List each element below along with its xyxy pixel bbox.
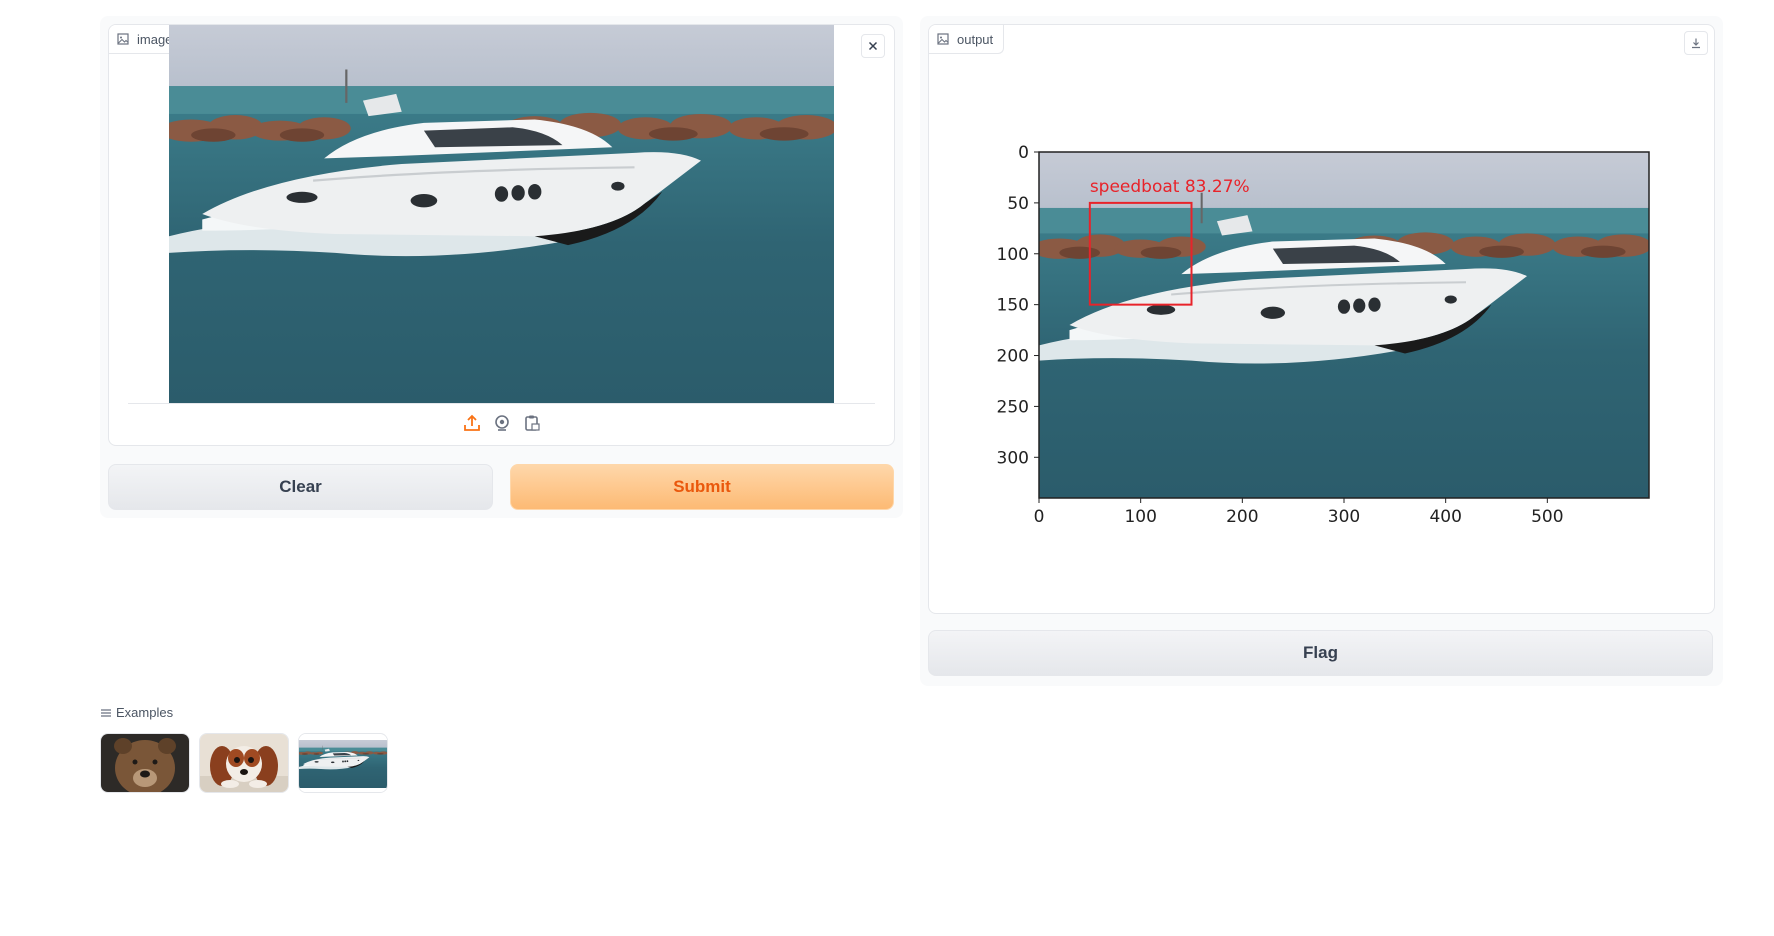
x-tick-label: 0 [1034,507,1045,527]
clear-image-button[interactable] [861,34,885,58]
y-tick-label: 250 [997,397,1029,417]
clipboard-icon[interactable] [522,413,542,433]
flag-button[interactable]: Flag [928,630,1713,676]
close-icon [868,41,878,51]
y-axis-ticks: 0 50 100 150 200 250 300 [997,143,1039,468]
examples-header: Examples [100,705,173,720]
image-output-box: output speedboat 83.27% 0 100 200 300 400 500… [928,24,1715,614]
x-tick-label: 300 [1328,507,1360,527]
submit-button[interactable]: Submit [510,464,894,510]
y-tick-label: 0 [1018,143,1029,163]
upload-icon[interactable] [462,413,482,433]
x-tick-label: 500 [1531,507,1563,527]
detection-label: speedboat 83.27% [1090,177,1250,197]
image-input-box[interactable]: image_array [108,24,895,446]
y-tick-label: 150 [997,296,1029,316]
image-source-toolbar [109,413,894,437]
y-tick-label: 300 [997,448,1029,468]
example-thumb-bear[interactable] [100,733,190,793]
image-source-divider [128,403,875,404]
x-tick-label: 100 [1124,507,1156,527]
y-tick-label: 200 [997,347,1029,367]
bear-image [101,734,189,792]
speedboat-image [299,734,387,792]
clear-button[interactable]: Clear [108,464,493,510]
output-plot: speedboat 83.27% 0 100 200 300 400 500 0 50 100… [997,143,1650,527]
webcam-icon[interactable] [492,413,512,433]
image-icon [117,33,129,45]
dog-image [200,734,288,792]
x-axis-ticks: 0 100 200 300 400 500 [1034,498,1564,527]
x-tick-label: 200 [1226,507,1258,527]
examples-label: Examples [116,705,174,720]
x-tick-label: 400 [1429,507,1461,527]
input-image [169,25,834,403]
y-tick-label: 100 [997,245,1029,265]
y-tick-label: 50 [1007,194,1029,214]
plot-image [1039,152,1649,498]
example-thumb-dog[interactable] [199,733,289,793]
input-panel: image_array Clear Submit [100,16,903,518]
list-icon [101,708,111,717]
example-thumb-speedboat[interactable] [298,733,388,793]
output-panel: output speedboat 83.27% 0 100 200 300 400 500… [920,16,1723,686]
